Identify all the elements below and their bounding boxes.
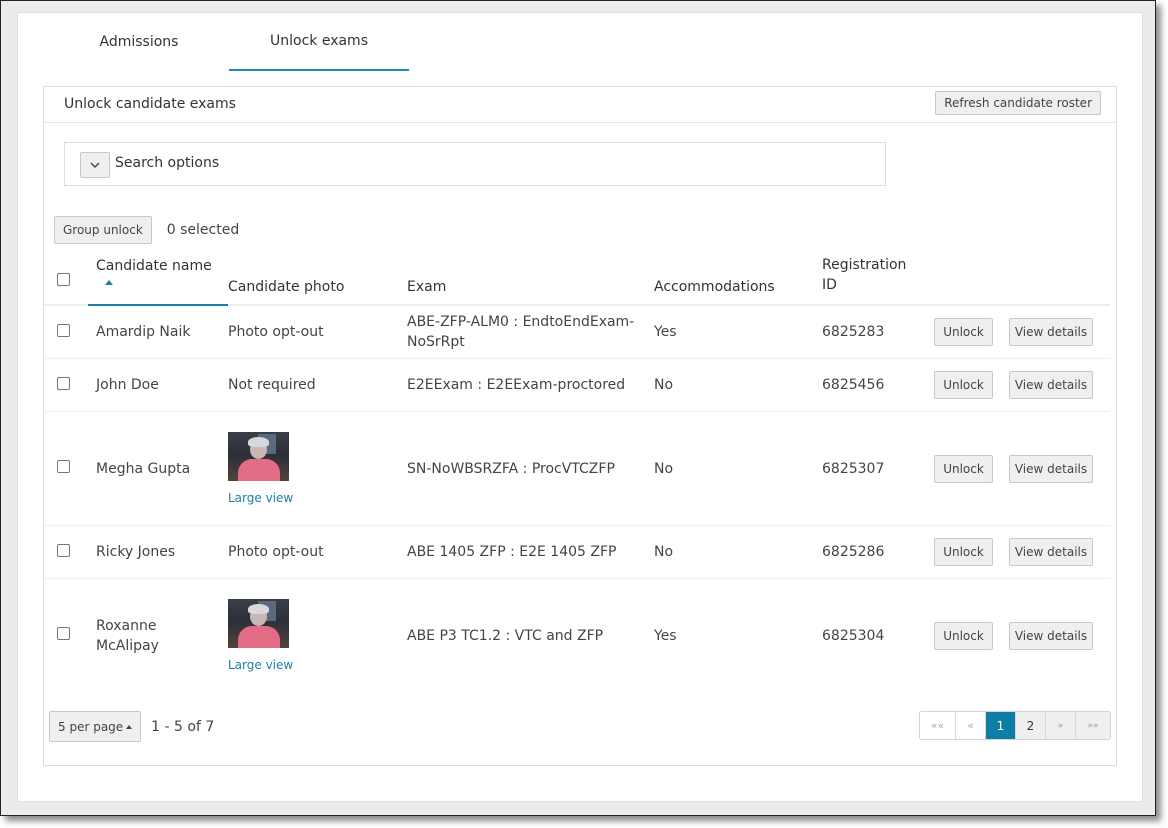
- accommodations-value: Yes: [654, 305, 822, 359]
- tab-bar: Admissions Unlock exams: [49, 13, 409, 71]
- column-header-candidate-name[interactable]: Candidate name: [88, 247, 228, 306]
- column-header-actions: [934, 247, 1110, 306]
- exam-name: SN-NoWBSRZFA : ProcVTCZFP: [407, 411, 654, 526]
- registration-id: 6825286: [822, 525, 934, 579]
- chevron-down-icon: [90, 162, 100, 168]
- exam-name: E2EExam : E2EExam-proctored: [407, 358, 654, 412]
- view-details-button[interactable]: View details: [1009, 538, 1093, 566]
- row-checkbox[interactable]: [57, 323, 70, 337]
- card-header: Unlock candidate exams Refresh candidate…: [44, 87, 1116, 123]
- table-row: John Doe Not required E2EExam : E2EExam-…: [44, 358, 1110, 412]
- last-page-button[interactable]: »»: [1075, 712, 1110, 739]
- select-all-checkbox[interactable]: [57, 273, 70, 286]
- candidate-name: John Doe: [88, 358, 228, 412]
- registration-id: 6825307: [822, 411, 934, 526]
- exam-name: ABE 1405 ZFP : E2E 1405 ZFP: [407, 525, 654, 579]
- unlock-button[interactable]: Unlock: [934, 371, 993, 399]
- column-header-exam: Exam: [407, 247, 654, 306]
- large-view-link[interactable]: Large view: [228, 491, 407, 505]
- page-size-controls: 5 per page 1 - 5 of 7: [49, 711, 214, 742]
- unlock-button[interactable]: Unlock: [934, 538, 993, 566]
- candidate-name: Roxanne McAlipay: [96, 617, 159, 654]
- accommodations-value: No: [654, 525, 822, 579]
- candidate-photo-cell: Large view: [228, 411, 407, 526]
- candidate-photo-thumbnail[interactable]: [228, 599, 289, 648]
- candidate-name: Ricky Jones: [88, 525, 228, 579]
- candidate-photo-status: Photo opt-out: [228, 305, 407, 359]
- column-header-candidate-photo: Candidate photo: [228, 247, 407, 306]
- search-options-label: Search options: [115, 155, 220, 171]
- table-row: Ricky Jones Photo opt-out ABE 1405 ZFP :…: [44, 525, 1110, 579]
- card-title: Unlock candidate exams: [64, 96, 236, 112]
- candidates-table: Candidate name Candidate photo Exam Acco…: [44, 247, 1110, 692]
- caret-up-icon: [126, 724, 133, 729]
- window-frame: Admissions Unlock exams Unlock candidate…: [0, 0, 1156, 816]
- column-header-accommodations: Accommodations: [654, 247, 822, 306]
- candidate-photo-thumbnail[interactable]: [228, 432, 289, 481]
- view-details-button[interactable]: View details: [1009, 371, 1093, 399]
- candidate-photo-cell: Large view: [228, 579, 407, 693]
- candidate-name: Megha Gupta: [88, 411, 228, 526]
- page-1-button[interactable]: 1: [985, 712, 1015, 739]
- search-options-panel: Search options: [64, 142, 886, 186]
- large-view-link[interactable]: Large view: [228, 658, 407, 672]
- candidate-name: Amardip Naik: [88, 305, 228, 359]
- accommodations-value: Yes: [654, 627, 677, 644]
- result-range: 1 - 5 of 7: [151, 718, 215, 735]
- tab-unlock-exams[interactable]: Unlock exams: [229, 13, 409, 71]
- unlock-button[interactable]: Unlock: [934, 318, 993, 346]
- page: Admissions Unlock exams Unlock candidate…: [17, 12, 1143, 802]
- pagination: «« « 1 2 » »»: [919, 711, 1111, 740]
- view-details-button[interactable]: View details: [1009, 454, 1093, 483]
- selected-count: 0 selected: [166, 222, 240, 238]
- registration-id: 6825304: [822, 627, 885, 644]
- previous-page-button[interactable]: «: [955, 712, 985, 739]
- first-page-button[interactable]: ««: [920, 712, 955, 739]
- table-header-row: Candidate name Candidate photo Exam Acco…: [44, 247, 1110, 306]
- unlock-card: Unlock candidate exams Refresh candidate…: [43, 86, 1117, 766]
- row-checkbox[interactable]: [57, 543, 70, 557]
- table-row: Roxanne McAlipay Large view ABE P3 TC1.2…: [44, 579, 1110, 693]
- unlock-button[interactable]: Unlock: [934, 454, 993, 483]
- row-checkbox[interactable]: [57, 376, 70, 390]
- tab-admissions[interactable]: Admissions: [49, 13, 229, 71]
- sort-ascending-icon: [105, 280, 113, 285]
- row-checkbox[interactable]: [57, 460, 70, 473]
- view-details-button[interactable]: View details: [1009, 621, 1093, 650]
- exam-name: ABE-ZFP-ALM0 : EndtoEndExam-NoSrRpt: [407, 305, 654, 359]
- search-options-toggle[interactable]: [80, 152, 110, 178]
- refresh-roster-button[interactable]: Refresh candidate roster: [935, 91, 1101, 115]
- page-2-button[interactable]: 2: [1015, 712, 1045, 739]
- group-unlock-button[interactable]: Group unlock: [54, 216, 152, 244]
- per-page-dropdown[interactable]: 5 per page: [49, 711, 142, 742]
- candidate-photo-status: Photo opt-out: [228, 525, 407, 579]
- table-row: Megha Gupta Large view SN-NoWBSRZFA : Pr…: [44, 411, 1110, 526]
- exam-name: ABE P3 TC1.2 : VTC and ZFP: [407, 627, 604, 644]
- accommodations-value: No: [654, 411, 822, 526]
- registration-id: 6825283: [822, 305, 934, 359]
- column-header-registration-id: Registration ID: [822, 247, 934, 306]
- registration-id: 6825456: [822, 358, 934, 412]
- table-row: Amardip Naik Photo opt-out ABE-ZFP-ALM0 …: [44, 305, 1110, 359]
- row-checkbox[interactable]: [57, 627, 70, 640]
- group-actions: Group unlock 0 selected: [54, 216, 239, 244]
- column-label: Candidate name: [96, 258, 212, 274]
- candidate-photo-status: Not required: [228, 358, 407, 412]
- view-details-button[interactable]: View details: [1009, 318, 1093, 346]
- accommodations-value: No: [654, 358, 822, 412]
- next-page-button[interactable]: »: [1045, 712, 1075, 739]
- unlock-button[interactable]: Unlock: [934, 621, 993, 650]
